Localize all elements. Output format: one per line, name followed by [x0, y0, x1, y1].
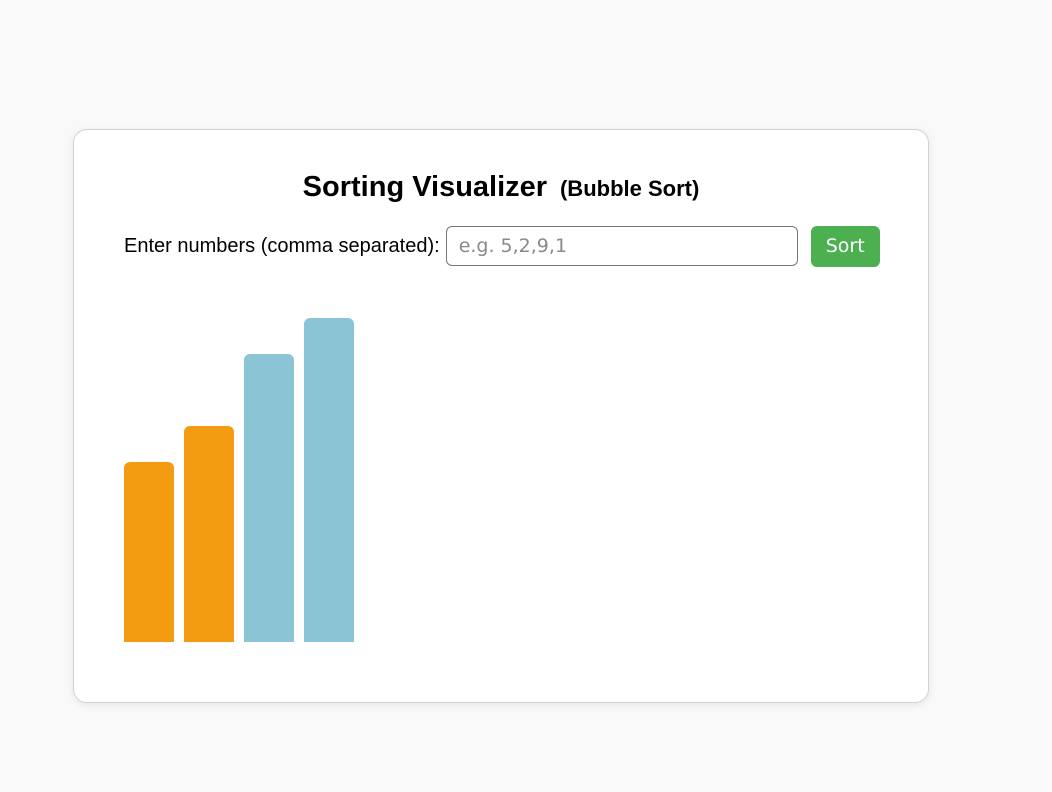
value-bar [244, 354, 294, 642]
value-bar [304, 318, 354, 642]
value-bar [184, 426, 234, 642]
page-title: Sorting Visualizer (Bubble Sort) [74, 168, 928, 206]
sort-button[interactable]: Sort [810, 225, 880, 267]
input-controls: Enter numbers (comma separated): Sort [124, 225, 880, 267]
visualizer-card: Sorting Visualizer (Bubble Sort) Enter n… [73, 129, 929, 703]
title-subtitle: (Bubble Sort) [559, 176, 700, 201]
numbers-input[interactable] [445, 226, 798, 266]
value-bar [124, 462, 174, 642]
title-main: Sorting Visualizer [302, 171, 548, 203]
bar-container [124, 290, 880, 642]
numbers-input-label: Enter numbers (comma separated): [124, 234, 440, 257]
